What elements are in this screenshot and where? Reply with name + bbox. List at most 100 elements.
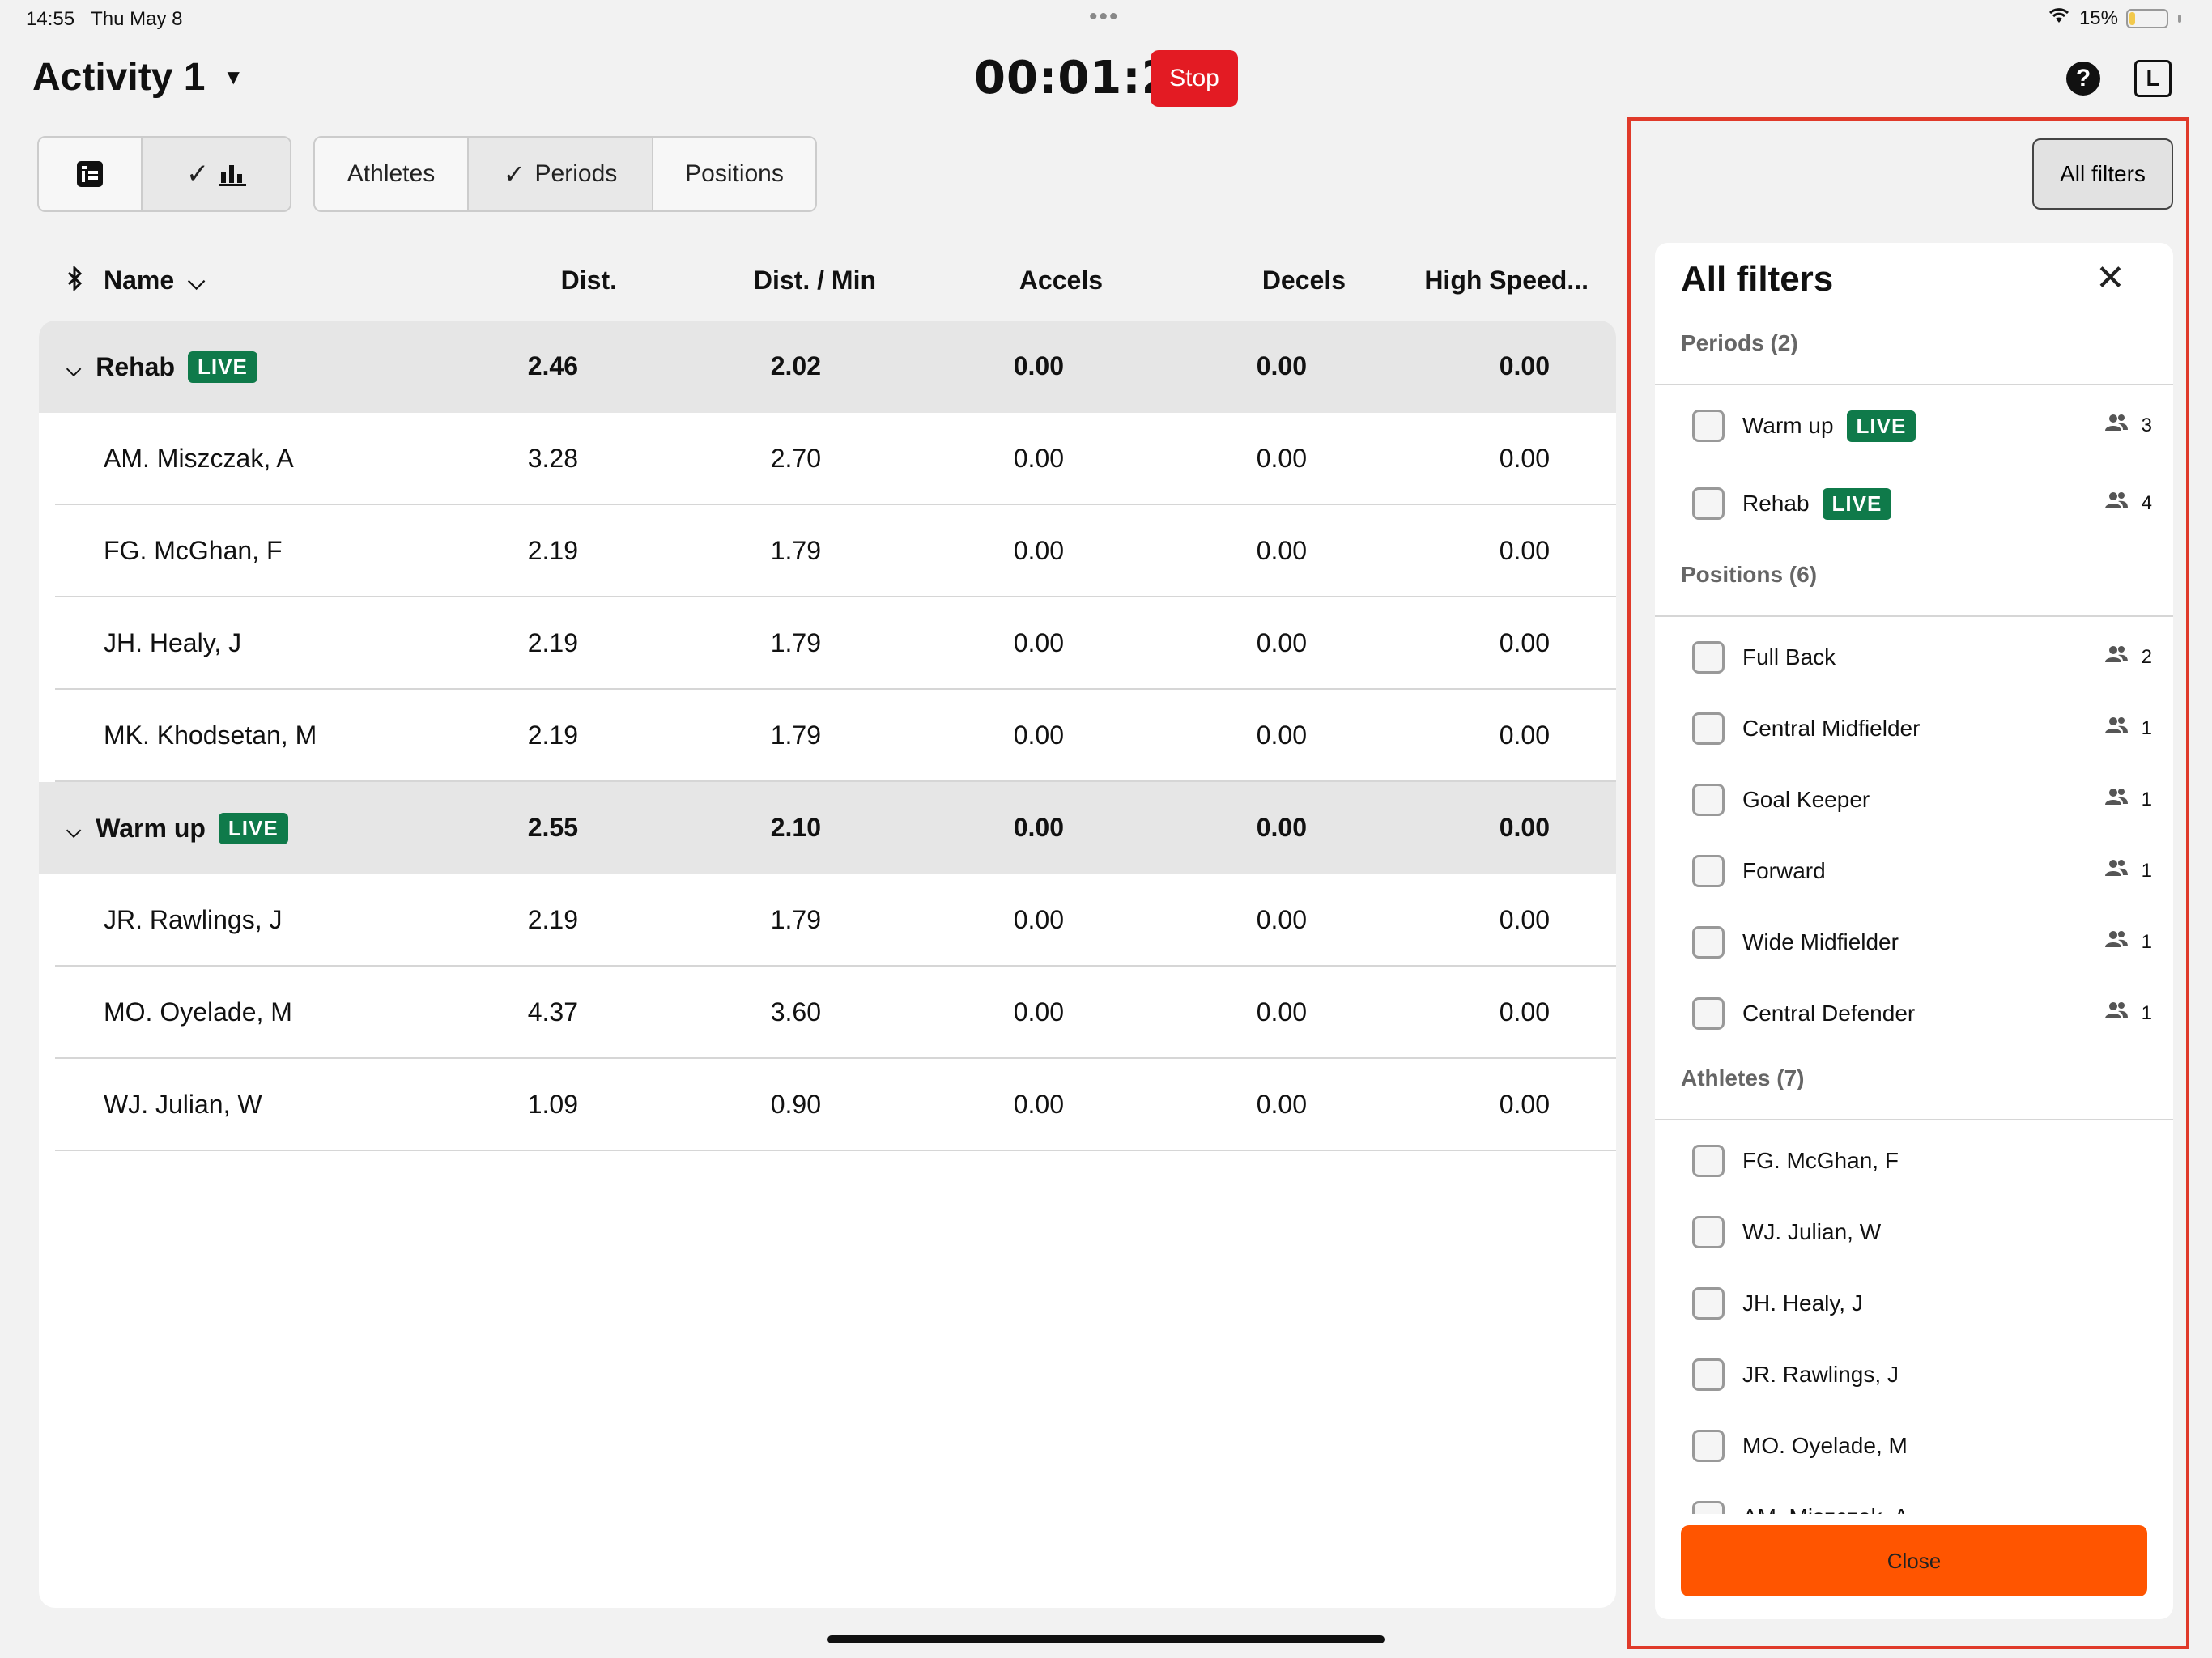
column-dist-per-min[interactable]: Dist. / Min [682, 266, 876, 295]
filter-option[interactable]: JH. Healy, J [1692, 1279, 2162, 1328]
checkbox[interactable] [1692, 1358, 1725, 1391]
value-cell: 0.00 [1013, 813, 1064, 842]
row-name: Rehab [96, 352, 175, 381]
table-view-button[interactable] [39, 138, 143, 210]
activity-title: Activity 1 [32, 56, 206, 99]
row-name: Warm up [96, 814, 206, 843]
group-row[interactable]: ⌵ Warm up LIVE 2.55 2.10 0.00 0.00 0.00 [39, 782, 1616, 874]
layout-toggle-icon[interactable]: L [2134, 60, 2172, 97]
value-cell: 4.37 [527, 997, 578, 1027]
column-high-speed[interactable]: High Speed... [1378, 266, 1589, 295]
help-icon[interactable]: ? [2066, 62, 2100, 96]
status-time: 14:55 Thu May 8 [26, 8, 182, 31]
table-row[interactable]: MO. Oyelade, M 4.37 3.60 0.00 0.00 0.00 [39, 967, 1616, 1059]
live-badge: LIVE [188, 351, 257, 383]
value-cell: 2.19 [527, 628, 578, 657]
count-value: 4 [2141, 491, 2152, 514]
checkbox[interactable] [1692, 1145, 1725, 1177]
filter-option[interactable]: Rehab LIVE 4 [1692, 479, 2162, 528]
home-indicator[interactable] [827, 1635, 1385, 1643]
filter-option-label: Rehab [1742, 491, 1810, 516]
name-sort-header[interactable]: Name ⌵ [104, 266, 205, 295]
row-name-cell: ⌵ Warm up LIVE [66, 813, 288, 844]
filter-option[interactable]: Central Midfielder 1 [1692, 704, 2162, 753]
table-row[interactable]: AM. Miszczak, A 3.28 2.70 0.00 0.00 0.00 [39, 413, 1616, 505]
value-cell: 0.00 [1499, 351, 1550, 380]
close-icon[interactable]: ✕ [2095, 257, 2125, 299]
column-name: Name [104, 266, 175, 295]
value-cell: 2.55 [527, 813, 578, 842]
member-count: 4 [2104, 491, 2152, 516]
checkbox[interactable] [1692, 410, 1725, 442]
filter-option[interactable]: Forward 1 [1692, 847, 2162, 895]
checkbox[interactable] [1692, 487, 1725, 520]
filter-option[interactable]: Full Back 2 [1692, 633, 2162, 682]
checkbox[interactable] [1692, 1287, 1725, 1320]
column-decels[interactable]: Decels [1168, 266, 1346, 295]
filter-tabs: Athletes ✓ Periods Positions [313, 136, 817, 212]
checkbox[interactable] [1692, 855, 1725, 887]
filter-option[interactable]: Goal Keeper 1 [1692, 776, 2162, 824]
tab-periods-label: Periods [534, 160, 618, 187]
filter-option-label: Wide Midfielder [1742, 929, 1899, 954]
table-row[interactable]: FG. McGhan, F 2.19 1.79 0.00 0.00 0.00 [39, 505, 1616, 597]
filter-option[interactable]: AM. Miszczak, A [1692, 1493, 2162, 1514]
chart-view-button[interactable]: ✓ [143, 138, 290, 210]
checkbox[interactable] [1692, 1430, 1725, 1462]
value-cell: 1.09 [527, 1090, 578, 1119]
group-row[interactable]: ⌵ Rehab LIVE 2.46 2.02 0.00 0.00 0.00 [39, 321, 1616, 413]
checkbox[interactable] [1692, 926, 1725, 959]
value-cell: 0.00 [1013, 721, 1064, 750]
status-bar: 14:55 Thu May 8 ••• 15% [0, 0, 2212, 40]
checkbox[interactable] [1692, 1216, 1725, 1248]
filter-option[interactable]: Warm up LIVE 3 [1692, 402, 2162, 450]
tab-athletes[interactable]: Athletes [315, 138, 469, 210]
column-accels[interactable]: Accels [925, 266, 1103, 295]
column-dist[interactable]: Dist. [439, 266, 617, 295]
filter-option[interactable]: Central Defender 1 [1692, 989, 2162, 1038]
value-cell: 0.00 [1256, 721, 1307, 750]
value-cell: 3.60 [770, 997, 821, 1027]
count-value: 1 [2141, 788, 2152, 810]
chevron-down-icon[interactable]: ⌵ [66, 359, 81, 381]
checkbox[interactable] [1692, 712, 1725, 745]
stop-button[interactable]: Stop [1151, 50, 1238, 107]
checkbox[interactable] [1692, 641, 1725, 674]
filter-option[interactable]: MO. Oyelade, M [1692, 1422, 2162, 1470]
value-cell: 0.00 [1013, 351, 1064, 380]
filter-option[interactable]: Wide Midfielder 1 [1692, 918, 2162, 967]
close-button[interactable]: Close [1681, 1525, 2147, 1596]
filter-option[interactable]: JR. Rawlings, J [1692, 1350, 2162, 1399]
filters-scroll-area[interactable]: All filters ✕ Periods (2) Warm up LIVE 3 Reh… [1655, 243, 2173, 1514]
panel-title: All filters [1681, 259, 1834, 299]
activity-selector[interactable]: Activity 1 ▼ [32, 55, 244, 100]
chevron-down-icon[interactable]: ⌵ [66, 820, 81, 843]
tab-positions[interactable]: Positions [653, 138, 815, 210]
value-cell: 0.00 [1013, 628, 1064, 657]
checkbox[interactable] [1692, 997, 1725, 1030]
filter-option-label: FG. McGhan, F [1742, 1148, 1899, 1173]
value-cell: 0.90 [770, 1090, 821, 1119]
tab-periods[interactable]: ✓ Periods [469, 138, 653, 210]
member-count: 1 [2104, 716, 2152, 741]
multitasking-dots-icon[interactable]: ••• [1089, 3, 1120, 31]
value-cell: 0.00 [1013, 905, 1064, 934]
value-cell: 0.00 [1256, 997, 1307, 1027]
battery-icon [2126, 8, 2168, 28]
table-row[interactable]: JR. Rawlings, J 2.19 1.79 0.00 0.00 0.00 [39, 874, 1616, 967]
value-cell: 0.00 [1256, 1090, 1307, 1119]
section-divider [1655, 384, 2173, 385]
checkbox[interactable] [1692, 1501, 1725, 1514]
checkbox[interactable] [1692, 784, 1725, 816]
people-icon [2104, 716, 2129, 741]
table-row[interactable]: MK. Khodsetan, M 2.19 1.79 0.00 0.00 0.00 [39, 690, 1616, 782]
table-row[interactable]: WJ. Julian, W 1.09 0.90 0.00 0.00 0.00 [39, 1059, 1616, 1151]
people-icon [2104, 491, 2129, 516]
value-cell: 2.19 [527, 905, 578, 934]
filter-option[interactable]: FG. McGhan, F [1692, 1137, 2162, 1185]
all-filters-button[interactable]: All filters [2032, 138, 2173, 210]
table-row[interactable]: JH. Healy, J 2.19 1.79 0.00 0.00 0.00 [39, 597, 1616, 690]
filter-option[interactable]: WJ. Julian, W [1692, 1208, 2162, 1256]
row-name: WJ. Julian, W [104, 1090, 262, 1119]
filter-option-label: Central Defender [1742, 1001, 1916, 1026]
